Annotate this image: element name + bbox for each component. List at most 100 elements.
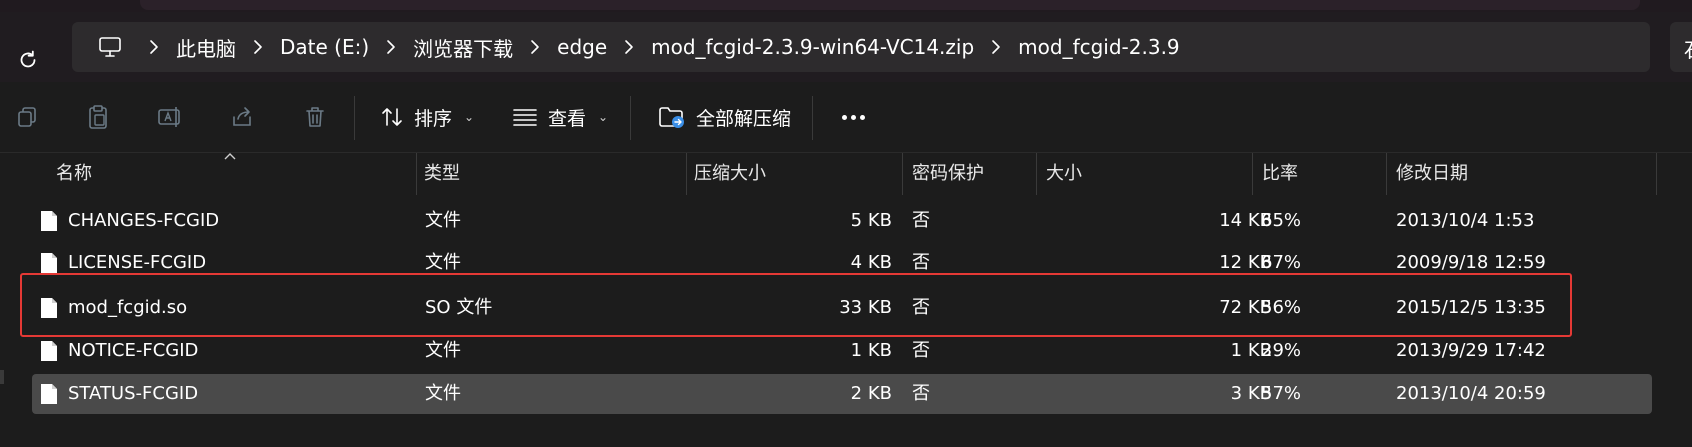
column-divider[interactable]: [416, 153, 417, 195]
file-size: 72 KB: [1219, 297, 1272, 318]
file-ratio: 67%: [1261, 252, 1302, 273]
file-modified: 2013/10/4 1:53: [1396, 210, 1535, 231]
rename-icon[interactable]: [155, 102, 185, 132]
file-ratio: 57%: [1261, 383, 1302, 404]
file-modified: 2013/10/4 20:59: [1396, 383, 1546, 404]
scroll-indicator: [0, 370, 4, 384]
column-divider[interactable]: [1656, 153, 1657, 195]
breadcrumb-item-drive[interactable]: Date (E:): [280, 35, 369, 59]
extract-all-label: 全部解压缩: [696, 107, 792, 130]
file-type: SO 文件: [425, 297, 493, 318]
chevron-down-icon: ⌄: [464, 110, 475, 124]
breadcrumb-item-folder[interactable]: mod_fcgid-2.3.9: [1018, 35, 1180, 59]
file-modified: 2013/9/29 17:42: [1396, 340, 1546, 361]
column-header-modified[interactable]: 修改日期: [1396, 153, 1468, 195]
chevron-right-icon[interactable]: [974, 32, 1018, 62]
toolbar-separator: [812, 96, 813, 140]
toolbar-separator: [354, 96, 355, 140]
chevron-right-icon[interactable]: [236, 32, 280, 62]
column-divider[interactable]: [686, 153, 687, 195]
file-password: 否: [912, 297, 930, 318]
address-bar[interactable]: 此电脑 Date (E:) 浏览器下载 edge mod_fcgid-2.3.9…: [72, 22, 1650, 72]
file-compressed-size: 1 KB: [850, 340, 892, 361]
file-password: 否: [912, 210, 930, 231]
file-icon: [41, 211, 57, 231]
title-bar-strip: [0, 0, 1692, 12]
file-ratio: 29%: [1261, 340, 1302, 361]
breadcrumb-item-this-pc[interactable]: 此电脑: [176, 33, 236, 62]
file-password: 否: [912, 383, 930, 404]
file-compressed-size: 4 KB: [850, 252, 892, 273]
breadcrumb: 此电脑 Date (E:) 浏览器下载 edge mod_fcgid-2.3.9…: [132, 32, 1180, 62]
paste-icon[interactable]: [83, 102, 113, 132]
toolbar-separator: [630, 96, 631, 140]
column-divider[interactable]: [1386, 153, 1387, 195]
file-size: 12 KB: [1219, 252, 1272, 273]
file-type: 文件: [425, 340, 461, 361]
file-name: CHANGES-FCGID: [68, 210, 220, 231]
file-name: LICENSE-FCGID: [68, 252, 207, 273]
sort-button[interactable]: 排序 ⌄: [380, 100, 474, 134]
table-row[interactable]: NOTICE-FCGID 文件 1 KB 否 1 KB 29% 2013/9/2…: [32, 331, 1652, 371]
file-ratio: 56%: [1261, 297, 1302, 318]
sort-label: 排序: [414, 107, 453, 130]
table-row[interactable]: LICENSE-FCGID 文件 4 KB 否 12 KB 67% 2009/9…: [32, 243, 1652, 273]
breadcrumb-item-edge[interactable]: edge: [557, 35, 607, 59]
breadcrumb-item-zip[interactable]: mod_fcgid-2.3.9-win64-VC14.zip: [651, 35, 974, 59]
file-icon: [41, 298, 57, 318]
column-header-ratio[interactable]: 比率: [1262, 153, 1298, 195]
file-type: 文件: [425, 252, 461, 273]
copy-icon[interactable]: [12, 102, 42, 132]
file-size: 1 KB: [1230, 340, 1272, 361]
file-compressed-size: 33 KB: [839, 297, 892, 318]
extract-all-button[interactable]: 全部解压缩: [658, 100, 791, 134]
trash-icon[interactable]: [300, 102, 330, 132]
breadcrumb-item-downloads[interactable]: 浏览器下载: [413, 33, 513, 62]
file-name: mod_fcgid.so: [68, 297, 188, 318]
file-icon: [41, 384, 57, 404]
command-bar: 排序 ⌄ 查看 ⌄ 全部解压缩: [0, 82, 1692, 153]
file-type: 文件: [425, 210, 461, 231]
file-name: NOTICE-FCGID: [68, 340, 199, 361]
search-box-text: 石: [1684, 34, 1692, 63]
file-type: 文件: [425, 383, 461, 404]
column-header-compressed-size[interactable]: 压缩大小: [694, 153, 766, 195]
file-compressed-size: 2 KB: [850, 383, 892, 404]
column-divider[interactable]: [1252, 153, 1253, 195]
column-header-password[interactable]: 密码保护: [912, 153, 984, 195]
file-list: 名称 类型 压缩大小 密码保护 大小 比率 修改日期 CHANGES-FCGID…: [0, 153, 1692, 447]
table-row[interactable]: CHANGES-FCGID 文件 5 KB 否 14 KB 65% 2013/1…: [32, 201, 1652, 241]
view-icon: [513, 109, 537, 126]
chevron-right-icon[interactable]: [513, 32, 557, 62]
chevron-right-icon[interactable]: [369, 32, 413, 62]
column-header-type[interactable]: 类型: [424, 153, 460, 195]
chevron-right-icon[interactable]: [607, 32, 651, 62]
sort-ascending-icon: [224, 153, 236, 160]
file-ratio: 65%: [1261, 210, 1302, 231]
table-row-selected[interactable]: STATUS-FCGID 文件 2 KB 否 3 KB 57% 2013/10/…: [32, 374, 1652, 414]
chevron-down-icon: ⌄: [598, 110, 609, 124]
search-box[interactable]: 石: [1670, 22, 1692, 72]
more-options-icon[interactable]: [836, 100, 870, 134]
column-header-size[interactable]: 大小: [1046, 153, 1082, 195]
computer-icon[interactable]: [88, 32, 132, 62]
column-header-name[interactable]: 名称: [56, 153, 92, 195]
share-icon[interactable]: [227, 102, 257, 132]
file-password: 否: [912, 252, 930, 273]
file-compressed-size: 5 KB: [850, 210, 892, 231]
file-password: 否: [912, 340, 930, 361]
column-divider[interactable]: [1036, 153, 1037, 195]
chevron-right-icon[interactable]: [132, 32, 176, 62]
file-modified: 2009/9/18 12:59: [1396, 252, 1546, 273]
view-button[interactable]: 查看 ⌄: [512, 100, 608, 134]
file-modified: 2015/12/5 13:35: [1396, 297, 1546, 318]
column-header-row: 名称 类型 压缩大小 密码保护 大小 比率 修改日期: [0, 153, 1660, 195]
column-divider[interactable]: [902, 153, 903, 195]
file-size: 3 KB: [1230, 383, 1272, 404]
refresh-icon[interactable]: [14, 46, 42, 74]
tab-strip: [140, 0, 1640, 10]
file-size: 14 KB: [1219, 210, 1272, 231]
file-icon: [41, 253, 57, 273]
sort-icon: [382, 108, 402, 126]
table-row[interactable]: mod_fcgid.so SO 文件 33 KB 否 72 KB 56% 201…: [32, 288, 1652, 328]
